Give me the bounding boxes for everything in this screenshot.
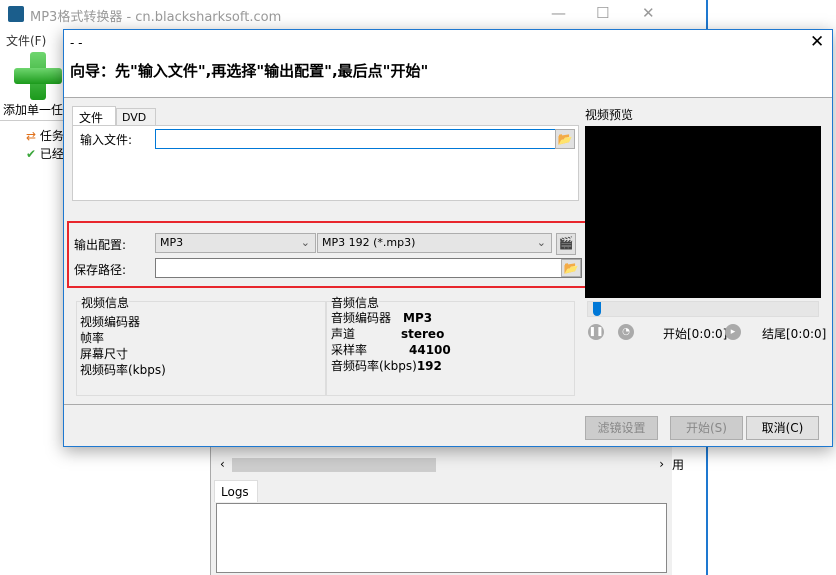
divider [64,404,832,405]
tree-item[interactable]: ⇄ 任务 [26,127,64,144]
preview-slider[interactable] [587,301,819,317]
start-time: 开始[0:0:0] [663,327,728,341]
browse-folder-icon[interactable]: 📂 [561,259,581,277]
preview-title: 视频预览 [585,108,634,122]
logs-box [216,503,667,573]
audio-info-row: 音频码率(kbps)192 [331,358,571,374]
add-plus-icon[interactable] [14,52,62,100]
add-task-label[interactable]: 添加单一任 [3,101,63,118]
video-info-row: 帧率 [80,331,105,345]
pause-icon[interactable]: ❚❚ [588,324,604,340]
edit-profile-icon[interactable]: 🎬 [556,233,576,255]
video-info-title: 视频信息 [81,294,130,311]
audio-info-title: 音频信息 [331,294,380,311]
input-file-field[interactable] [155,129,575,149]
input-file-label: 输入文件: [80,133,133,147]
dialog-title: - - [70,36,83,50]
start-button[interactable]: 开始(S) [670,416,743,440]
video-info-row: 屏幕尺寸 [80,347,129,361]
audio-value: stereo [401,327,445,341]
tab-logs[interactable]: Logs [214,480,258,502]
next-icon[interactable]: ▸ [725,324,741,340]
audio-info-list: 音频编码器 MP3 声道 stereo 采样率 44100 音频码率(kbps)192 [331,310,571,374]
audio-info-row: 音频编码器 MP3 [331,310,571,326]
audio-info-group: 音频信息 音频编码器 MP3 声道 stereo 采样率 44100 音频码率(kbp… [326,294,575,396]
slider-handle[interactable] [593,302,601,316]
audio-key: 声道 [331,327,356,341]
video-info-group: 视频信息 视频编码器 帧率 屏幕尺寸 视频码率(kbps) [76,294,326,396]
task-tree: ⇄ 任务 ✔ 已经 [0,120,70,575]
output-config-label: 输出配置: [74,238,127,252]
cancel-button[interactable]: 取消(C) [746,416,819,440]
audio-key: 采样率 [331,343,368,357]
guide-text: 向导：先"输入文件",再选择"输出配置",最后点"开始" [70,62,429,80]
wizard-dialog: - - ✕ 向导：先"输入文件",再选择"输出配置",最后点"开始" 文件 DV… [63,29,833,447]
minimize-icon[interactable]: — [551,4,566,22]
video-info-row: 视频编码器 [80,315,141,329]
app-icon [8,6,24,22]
format-value: MP3 [160,236,184,249]
profile-value: MP3 192 (*.mp3) [322,236,416,249]
video-info-list: 视频编码器 帧率 屏幕尺寸 视频码率(kbps) [80,314,166,378]
dialog-header: - - ✕ 向导：先"输入文件",再选择"输出配置",最后点"开始" [64,30,832,98]
video-preview [585,126,821,298]
audio-key: 音频编码器 [331,311,392,325]
close-icon[interactable]: ✕ [642,4,655,22]
main-titlebar: MP3格式转换器 - cn.blacksharksoft.com — ☐ ✕ [0,0,672,30]
file-tab-panel: 输入文件: 📂 [72,125,579,201]
output-config-highlight: 输出配置: MP3 ⌄ MP3 192 (*.mp3) ⌄ 🎬 保存路径: 📂 [67,221,587,288]
window-title: MP3格式转换器 - cn.blacksharksoft.com [30,10,282,25]
audio-info-row: 声道 stereo [331,326,571,342]
audio-value: 44100 [409,343,451,357]
menu-file[interactable]: 文件(F) [6,32,46,49]
side-text: 用 [672,458,685,472]
audio-value: 192 [416,359,442,373]
maximize-icon[interactable]: ☐ [596,4,609,22]
chevron-down-icon: ⌄ [300,236,310,249]
video-info-row: 视频码率(kbps) [80,363,166,377]
tree-item[interactable]: ✔ 已经 [26,145,64,162]
save-path-field[interactable] [155,258,582,278]
convert-icon: ⇄ [26,129,37,143]
audio-key: 音频码率(kbps) [331,359,417,373]
audio-value: MP3 [403,311,433,325]
tab-file[interactable]: 文件 [72,106,116,126]
end-time: 结尾[0:0:0] [762,327,827,341]
audio-info-row: 采样率 44100 [331,342,571,358]
mark-icon[interactable]: ◔ [618,324,634,340]
open-folder-icon[interactable]: 📂 [555,129,575,149]
save-path-label: 保存路径: [74,263,127,277]
dialog-close-icon[interactable]: ✕ [810,32,824,52]
check-icon: ✔ [26,147,37,161]
chevron-down-icon: ⌄ [536,236,546,249]
filter-settings-button[interactable]: 滤镜设置 [585,416,658,440]
scrollbar-thumb[interactable] [232,458,436,472]
format-select[interactable]: MP3 ⌄ [155,233,316,253]
profile-select[interactable]: MP3 192 (*.mp3) ⌄ [317,233,552,253]
tab-dvd[interactable]: DVD [116,108,156,126]
